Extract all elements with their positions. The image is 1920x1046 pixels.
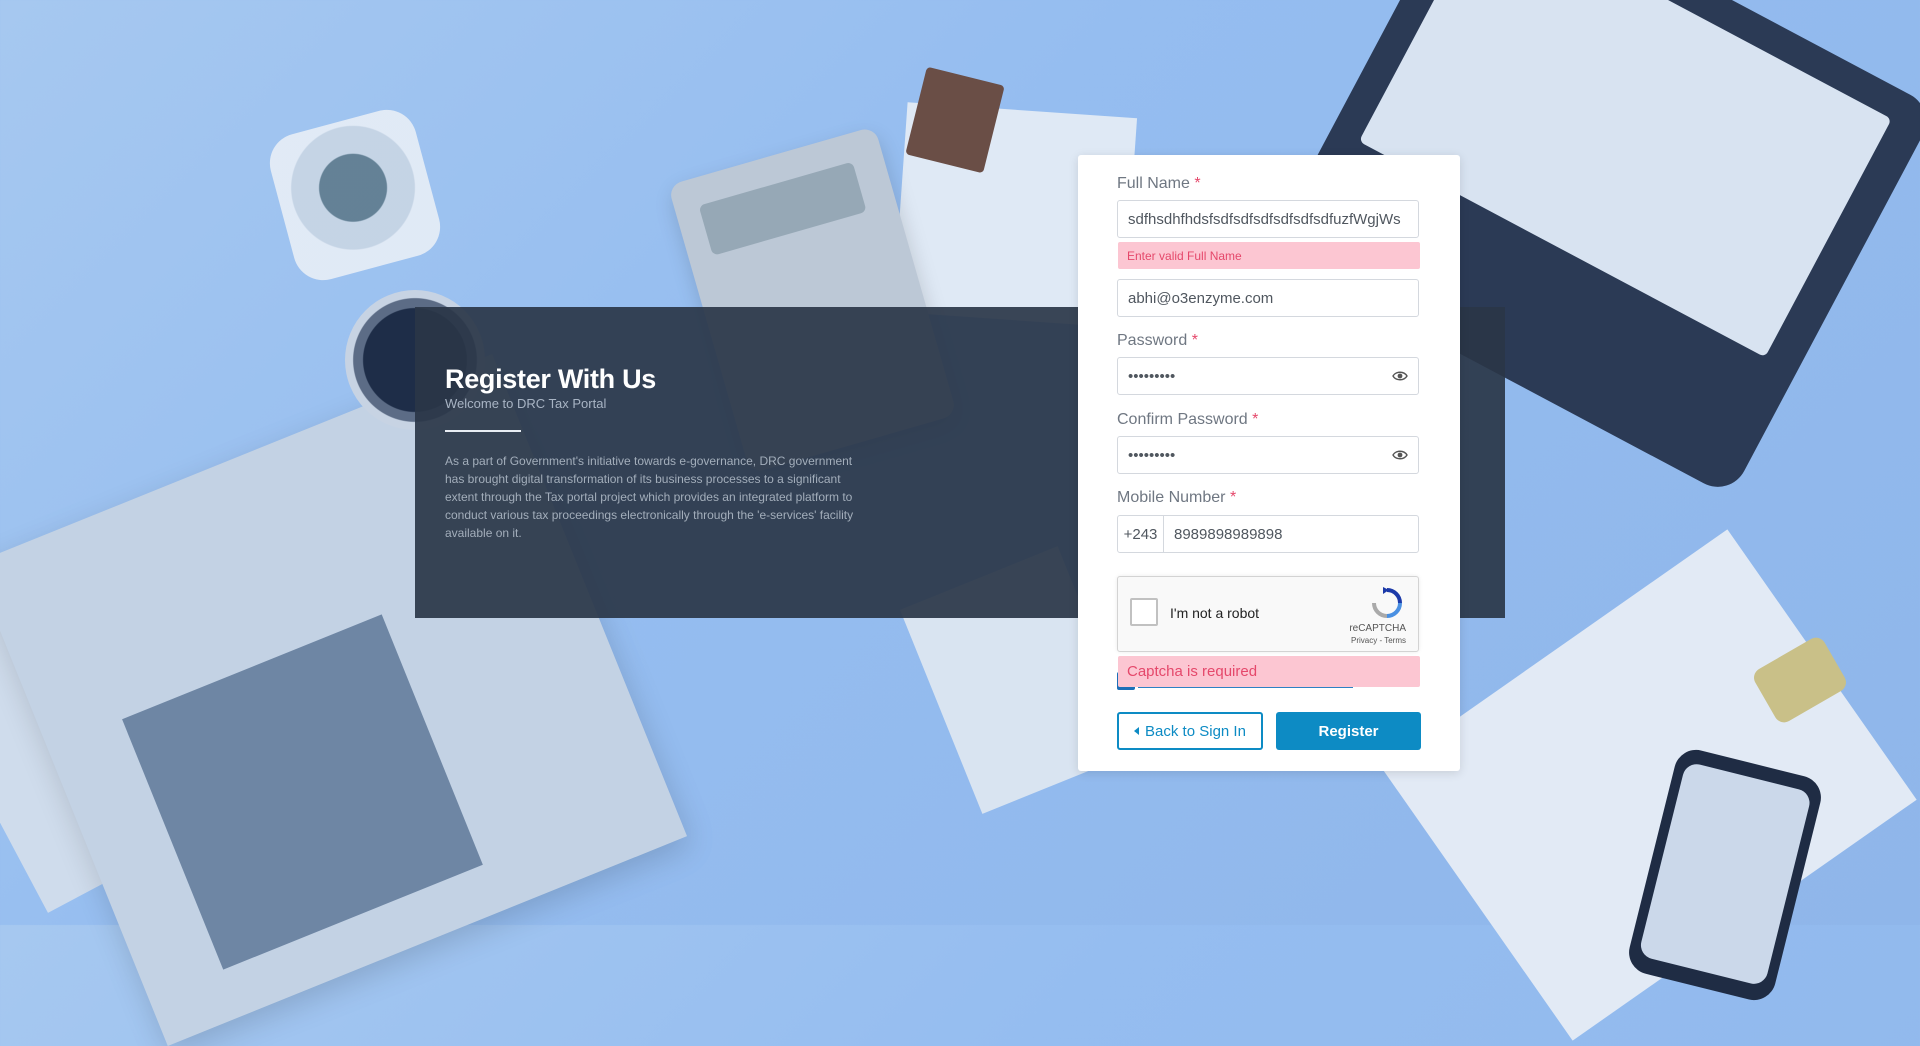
- confirm-password-input[interactable]: •••••••••: [1117, 436, 1419, 474]
- recaptcha-links[interactable]: Privacy - Terms: [1351, 636, 1406, 645]
- recaptcha-label: I'm not a robot: [1170, 605, 1260, 621]
- eye-icon[interactable]: [1392, 369, 1408, 383]
- background-newspaper-2: [0, 507, 313, 913]
- back-button-label: Back to Sign In: [1145, 722, 1246, 740]
- required-mark: *: [1191, 332, 1198, 349]
- page-title: Register With Us: [445, 364, 656, 394]
- recaptcha-brand: reCAPTCHA: [1349, 623, 1406, 634]
- mobile-label-text: Mobile Number: [1117, 489, 1226, 506]
- password-label: Password *: [1117, 332, 1198, 350]
- password-input[interactable]: •••••••••: [1117, 357, 1419, 395]
- mobile-input[interactable]: +243 8989898989898: [1117, 515, 1419, 553]
- page-subtitle: Welcome to DRC Tax Portal: [445, 396, 607, 411]
- mobile-label: Mobile Number *: [1117, 489, 1236, 507]
- country-code-prefix: +243: [1118, 516, 1164, 552]
- password-label-text: Password: [1117, 332, 1188, 349]
- recaptcha-checkbox[interactable]: [1130, 598, 1158, 626]
- title-divider: [445, 430, 521, 432]
- required-mark: *: [1229, 489, 1237, 506]
- full-name-field[interactable]: [1128, 210, 1408, 228]
- register-button[interactable]: Register: [1276, 712, 1421, 750]
- captcha-error: Captcha is required: [1118, 656, 1420, 687]
- password-value: •••••••••: [1128, 367, 1176, 385]
- back-to-sign-in-button[interactable]: Back to Sign In: [1117, 712, 1263, 750]
- caret-left-icon: [1134, 727, 1140, 735]
- required-mark: *: [1194, 175, 1201, 192]
- register-form-card: Full Name * Enter valid Full Name Passwo…: [1078, 155, 1460, 771]
- full-name-input[interactable]: [1117, 200, 1419, 238]
- email-input[interactable]: [1117, 279, 1419, 317]
- full-name-error: Enter valid Full Name: [1118, 242, 1420, 269]
- confirm-password-value: •••••••••: [1128, 446, 1176, 464]
- background-clipboard-clip: [1750, 634, 1850, 726]
- recaptcha-logo-icon: [1372, 587, 1402, 618]
- eye-icon[interactable]: [1392, 448, 1408, 462]
- info-description: As a part of Government's initiative tow…: [445, 454, 854, 540]
- background-wood-block: [905, 66, 1005, 174]
- recaptcha-widget: I'm not a robot reCAPTCHA Privacy - Term…: [1117, 576, 1419, 652]
- background-phone: [1624, 745, 1826, 1005]
- email-field[interactable]: [1128, 289, 1408, 307]
- full-name-label: Full Name *: [1117, 175, 1201, 193]
- background-plant: [263, 103, 447, 287]
- required-mark: *: [1252, 411, 1259, 428]
- full-name-label-text: Full Name: [1117, 175, 1190, 192]
- confirm-password-label: Confirm Password *: [1117, 411, 1258, 429]
- mobile-number-value[interactable]: 8989898989898: [1174, 516, 1282, 552]
- confirm-password-label-text: Confirm Password: [1117, 411, 1248, 428]
